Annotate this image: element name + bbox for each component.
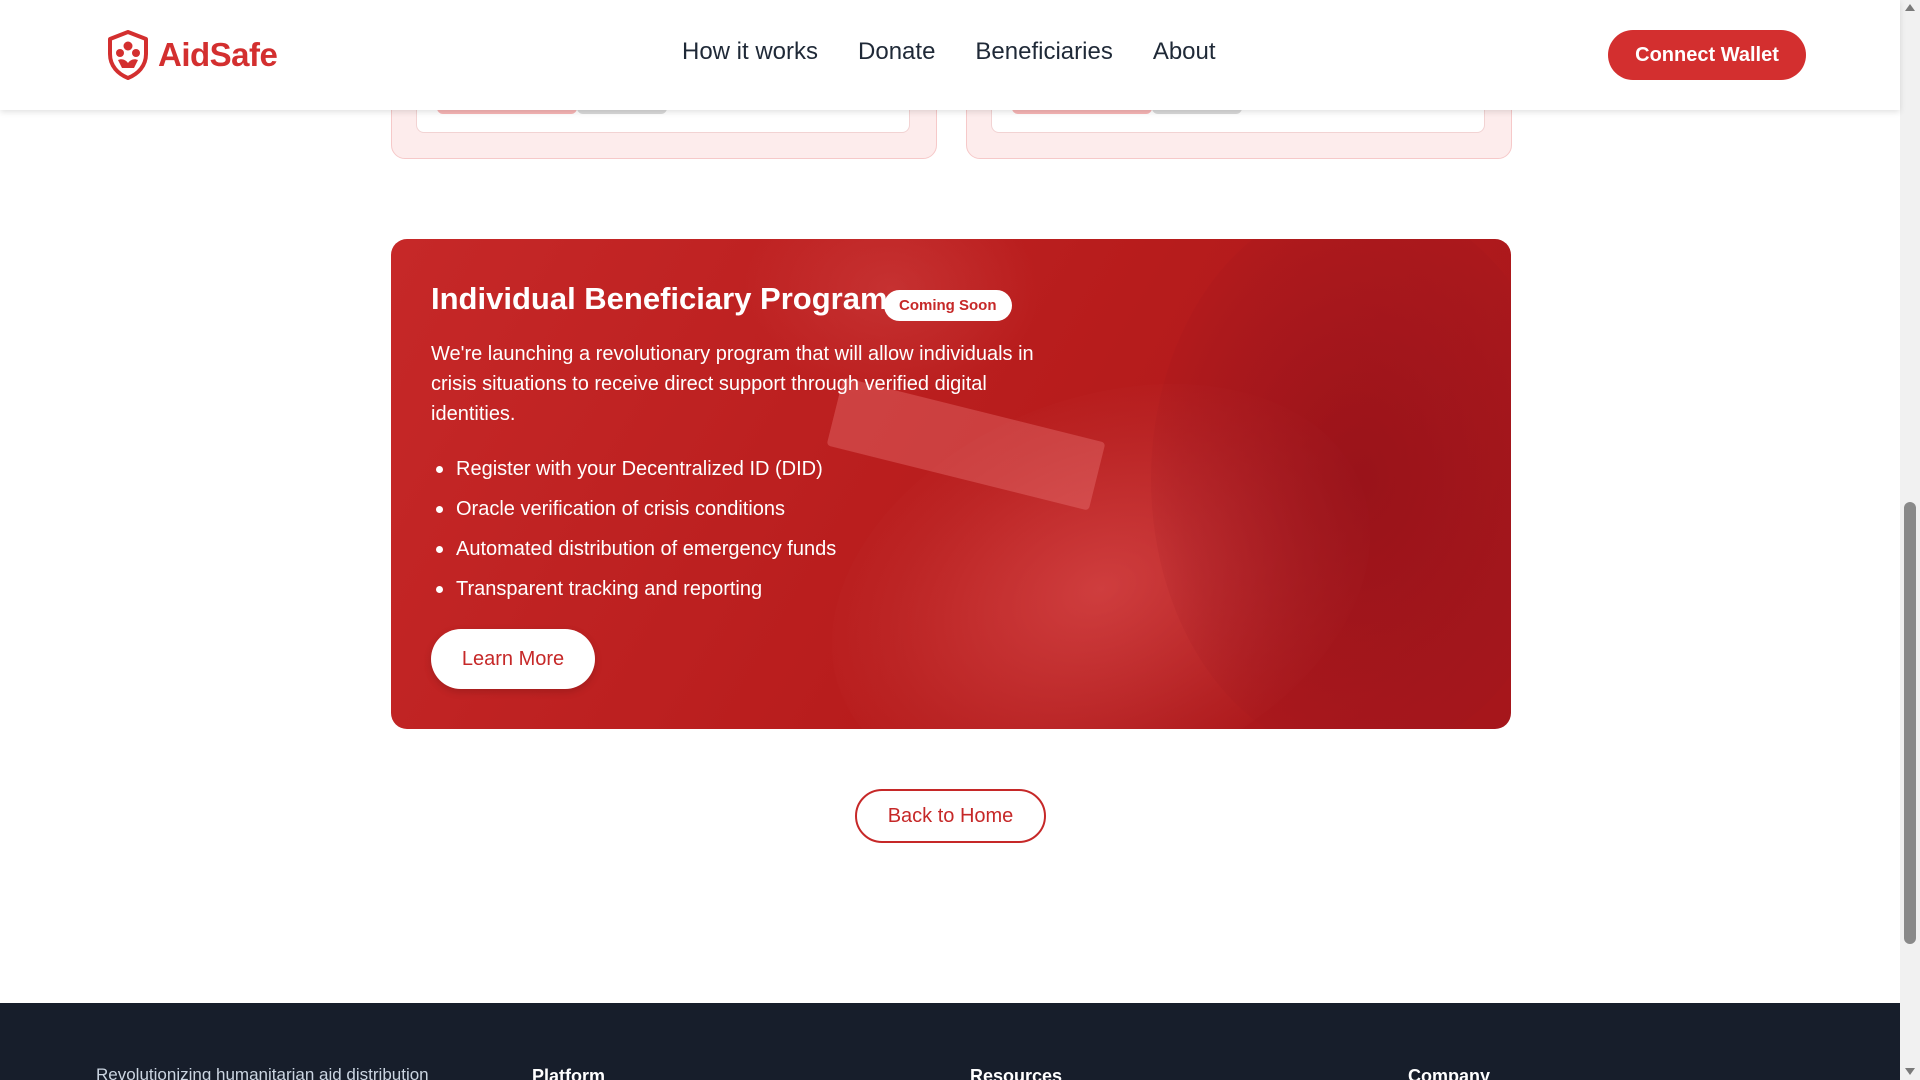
footer-heading-company: Company <box>1408 1066 1491 1080</box>
brand-logo[interactable]: AidSafe <box>106 30 278 80</box>
site-header: AidSafe How it works Donate Beneficiarie… <box>0 0 1900 110</box>
program-title: Individual Beneficiary Program <box>431 281 888 316</box>
list-item: Oracle verification of crisis conditions <box>431 489 836 529</box>
connect-wallet-button[interactable]: Connect Wallet <box>1608 30 1806 80</box>
scrollbar-thumb[interactable] <box>1904 502 1916 944</box>
learn-more-button[interactable]: Learn More <box>431 629 595 689</box>
nav-beneficiaries[interactable]: Beneficiaries <box>975 38 1112 66</box>
shield-hand-icon <box>108 30 148 80</box>
list-item: Register with your Decentralized ID (DID… <box>431 449 836 489</box>
individual-program-banner: Individual Beneficiary Program Coming So… <box>391 239 1511 729</box>
site-footer: Revolutionizing humanitarian aid distrib… <box>0 1003 1900 1080</box>
nav-donate[interactable]: Donate <box>858 38 935 66</box>
scroll-down-arrow-icon[interactable] <box>1905 1068 1915 1075</box>
list-item: Transparent tracking and reporting <box>431 569 836 609</box>
page-scrollbar[interactable] <box>1900 0 1920 1080</box>
scroll-up-arrow-icon[interactable] <box>1905 4 1915 11</box>
footer-heading-resources: Resources <box>970 1066 1063 1080</box>
background-image <box>1151 239 1511 729</box>
program-features-list: Register with your Decentralized ID (DID… <box>431 449 836 609</box>
main-nav: How it works Donate Beneficiaries About <box>682 38 1216 66</box>
brand-name: AidSafe <box>158 36 278 73</box>
back-to-home-button[interactable]: Back to Home <box>855 789 1046 843</box>
nav-about[interactable]: About <box>1153 38 1216 66</box>
program-description: We're launching a revolutionary program … <box>431 343 1034 425</box>
footer-tagline: Revolutionizing humanitarian aid distrib… <box>96 1065 429 1080</box>
nav-how-it-works[interactable]: How it works <box>682 38 818 66</box>
footer-heading-platform: Platform <box>532 1066 606 1080</box>
coming-soon-badge: Coming Soon <box>884 290 1012 321</box>
list-item: Automated distribution of emergency fund… <box>431 529 836 569</box>
